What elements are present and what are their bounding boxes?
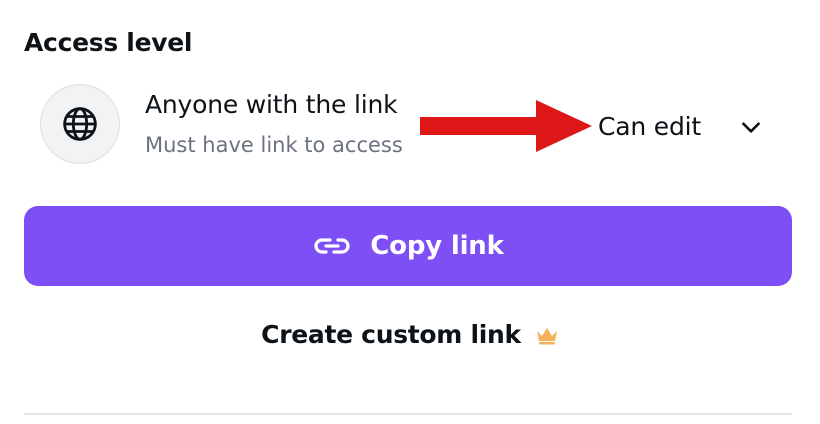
access-title: Anyone with the link <box>145 90 398 119</box>
globe-icon-container <box>40 84 120 164</box>
globe-icon <box>63 107 97 141</box>
copy-link-label: Copy link <box>370 231 504 261</box>
divider <box>24 413 792 415</box>
chevron-down-icon <box>742 122 760 133</box>
copy-link-button[interactable]: Copy link <box>24 206 792 286</box>
permission-dropdown[interactable]: Can edit <box>598 106 778 146</box>
red-arrow-annotation <box>420 100 592 152</box>
permission-label: Can edit <box>598 111 701 141</box>
create-custom-link-button[interactable]: Create custom link <box>0 320 820 349</box>
section-title: Access level <box>24 28 193 57</box>
link-icon <box>314 238 350 254</box>
crown-icon <box>536 327 557 344</box>
share-panel: Access level Anyone with the link Must h… <box>0 0 820 424</box>
access-subtitle: Must have link to access <box>145 133 403 157</box>
create-custom-link-label: Create custom link <box>261 320 521 349</box>
